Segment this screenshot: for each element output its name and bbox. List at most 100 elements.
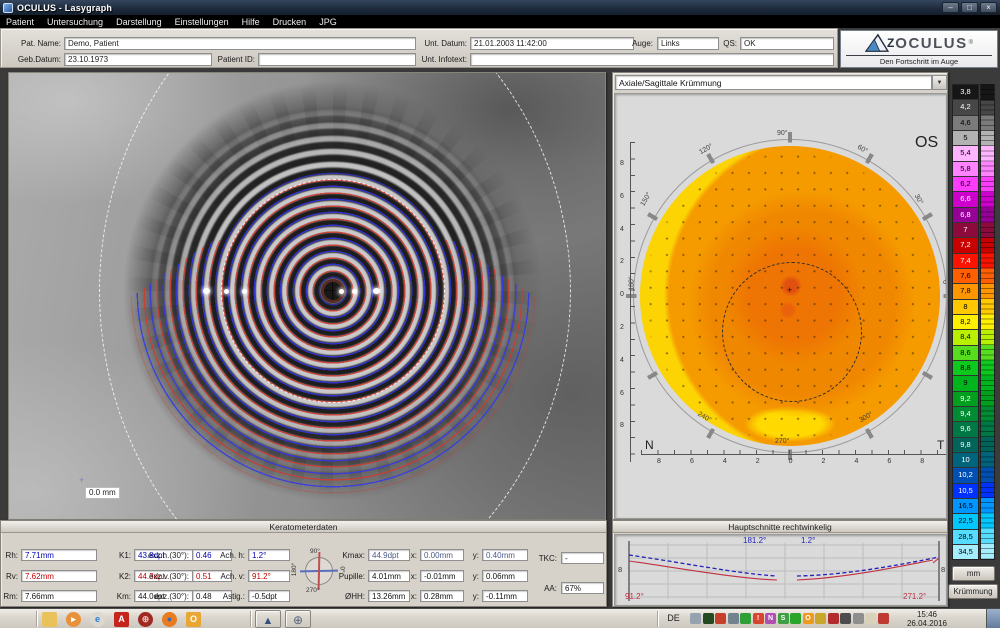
- infotext-field[interactable]: [470, 53, 834, 66]
- taskbar-quicklaunch-icon[interactable]: ●: [162, 612, 177, 627]
- left-axis-label: 8: [618, 565, 622, 574]
- tray-icon[interactable]: [690, 613, 701, 624]
- axis-tick-label: 8: [653, 458, 665, 465]
- reflection-glint: [224, 289, 229, 294]
- tray-icon[interactable]: [703, 613, 714, 624]
- crosshair-vertical: [332, 282, 333, 300]
- tray-icon[interactable]: [790, 613, 801, 624]
- taskbar-quicklaunch-icon[interactable]: A: [114, 612, 129, 627]
- axis-tick-label: 8: [916, 458, 928, 465]
- color-scale-entry: 5,8: [953, 162, 978, 177]
- axis-tick-label: 0: [785, 458, 797, 465]
- app-icon: [3, 3, 13, 13]
- dropdown-arrow-icon[interactable]: ▼: [932, 75, 947, 90]
- language-indicator[interactable]: DE: [663, 611, 684, 626]
- taskbar-clock[interactable]: 15:46 26.04.2016: [898, 610, 956, 628]
- meridian-91-label: 91.2°: [625, 592, 644, 601]
- hh-y-label: y:: [471, 592, 479, 601]
- menu-item[interactable]: Hilfe: [242, 17, 260, 27]
- maximize-button[interactable]: □: [961, 2, 978, 13]
- globe-taskbar-button[interactable]: ⊕: [285, 610, 311, 628]
- tray-icon[interactable]: [840, 613, 851, 624]
- tray-icon[interactable]: !: [753, 613, 764, 624]
- geb-datum-label: Geb.Datum:: [9, 55, 61, 64]
- taskbar-quicklaunch-icon[interactable]: [42, 612, 57, 627]
- taskbar-separator: [36, 611, 37, 627]
- oculus-taskbar-button[interactable]: ▲: [255, 610, 281, 628]
- temporal-label: T: [937, 438, 944, 452]
- nasal-label: N: [645, 438, 654, 452]
- taskbar-quicklaunch-icon[interactable]: e: [90, 612, 105, 627]
- astig-field[interactable]: -0.5dpt: [248, 590, 290, 602]
- color-scale-entry: 6,2: [953, 177, 978, 192]
- tray-icon[interactable]: [828, 613, 839, 624]
- kmax-field[interactable]: 44.9dpt: [368, 549, 410, 561]
- menu-item[interactable]: Patient: [6, 17, 34, 27]
- color-scale-entry: 28,5: [953, 530, 978, 545]
- close-button[interactable]: ×: [980, 2, 997, 13]
- tray-icon[interactable]: S: [778, 613, 789, 624]
- patient-id-field[interactable]: [258, 53, 416, 66]
- tkc-field[interactable]: -: [561, 552, 604, 564]
- tray-icon[interactable]: O: [803, 613, 814, 624]
- rm-field[interactable]: 7.66mm: [21, 590, 97, 602]
- axis-tick-label: 2: [818, 458, 830, 465]
- geb-datum-field[interactable]: 23.10.1973: [64, 53, 212, 66]
- menu-item[interactable]: Untersuchung: [47, 17, 103, 27]
- tray-icon[interactable]: [865, 613, 876, 624]
- menu-item[interactable]: Drucken: [273, 17, 307, 27]
- km-label: Km:: [105, 592, 131, 601]
- clock-date: 26.04.2016: [898, 619, 956, 628]
- axis-tick-label: 4: [850, 458, 862, 465]
- map-x-axis: [641, 454, 947, 455]
- map-y-axis-ticks: [631, 142, 635, 462]
- minimize-button[interactable]: –: [942, 2, 959, 13]
- hauptschnitte-panel: Hauptschnitte rechtwinkelig: [612, 520, 948, 607]
- rh-field[interactable]: 7.71mm: [21, 549, 97, 561]
- menu-item[interactable]: JPG: [319, 17, 337, 27]
- tray-icon[interactable]: [853, 613, 864, 624]
- taskbar-quicklaunch-icon[interactable]: ▸: [66, 612, 81, 627]
- tray-icon[interactable]: [740, 613, 751, 624]
- axis-tick-label: 4: [719, 458, 731, 465]
- color-scale-entry: 10,2: [953, 468, 978, 483]
- unt-datum-field[interactable]: 21.01.2003 11:42:00: [470, 37, 634, 50]
- kmax-x-field[interactable]: 0.00mm: [420, 549, 464, 561]
- color-scale-entry: 6,8: [953, 208, 978, 223]
- hh-field[interactable]: 13.26mm: [368, 590, 410, 602]
- taskbar-quicklaunch-icon[interactable]: O: [186, 612, 201, 627]
- color-scale-entry: 8: [953, 300, 978, 315]
- rv-field[interactable]: 7.62mm: [21, 570, 97, 582]
- axis-angle-label: 1.2°: [801, 536, 815, 545]
- show-desktop-button[interactable]: [986, 609, 1000, 628]
- achv-field[interactable]: 91.2°: [248, 570, 290, 582]
- pupille-field[interactable]: 4.01mm: [368, 570, 410, 582]
- color-scale-entry: 4,2: [953, 100, 978, 115]
- qs-label: QS:: [701, 39, 737, 48]
- tray-icon[interactable]: [715, 613, 726, 624]
- exzh-label: exz.h.(30°):: [139, 551, 189, 560]
- scale-unit-button[interactable]: mm: [952, 566, 995, 581]
- hh-x-field[interactable]: 0.28mm: [420, 590, 464, 602]
- tray-icon[interactable]: [728, 613, 739, 624]
- tray-icon[interactable]: [878, 613, 889, 624]
- achh-field[interactable]: 1.2°: [248, 549, 290, 561]
- pup-y-field[interactable]: 0.06mm: [482, 570, 528, 582]
- reflection-glint: [373, 288, 380, 294]
- aa-field[interactable]: 67%: [561, 582, 604, 594]
- menu-item[interactable]: Darstellung: [116, 17, 162, 27]
- axis-tick-label: 2: [616, 324, 628, 331]
- keratometer-data-panel: Keratometerdaten Rh: 7.71mm K1: 43.8dpt …: [0, 520, 607, 607]
- rh-label: Rh:: [1, 551, 18, 560]
- exzv-label: exz.v.(30°):: [139, 572, 189, 581]
- qs-field[interactable]: OK: [740, 37, 834, 50]
- pup-x-field[interactable]: -0.01mm: [420, 570, 464, 582]
- menu-item[interactable]: Einstellungen: [175, 17, 229, 27]
- tray-icon[interactable]: N: [765, 613, 776, 624]
- tray-icon[interactable]: [815, 613, 826, 624]
- scale-mode-button[interactable]: Krümmung: [948, 584, 998, 599]
- pat-name-field[interactable]: Demo, Patient: [64, 37, 416, 50]
- taskbar-quicklaunch-icon[interactable]: ⊕: [138, 612, 153, 627]
- map-type-dropdown[interactable]: Axiale/Sagittale Krümmung: [615, 75, 932, 90]
- patient-header-panel: Pat. Name: Demo, Patient Unt. Datum: 21.…: [0, 28, 838, 68]
